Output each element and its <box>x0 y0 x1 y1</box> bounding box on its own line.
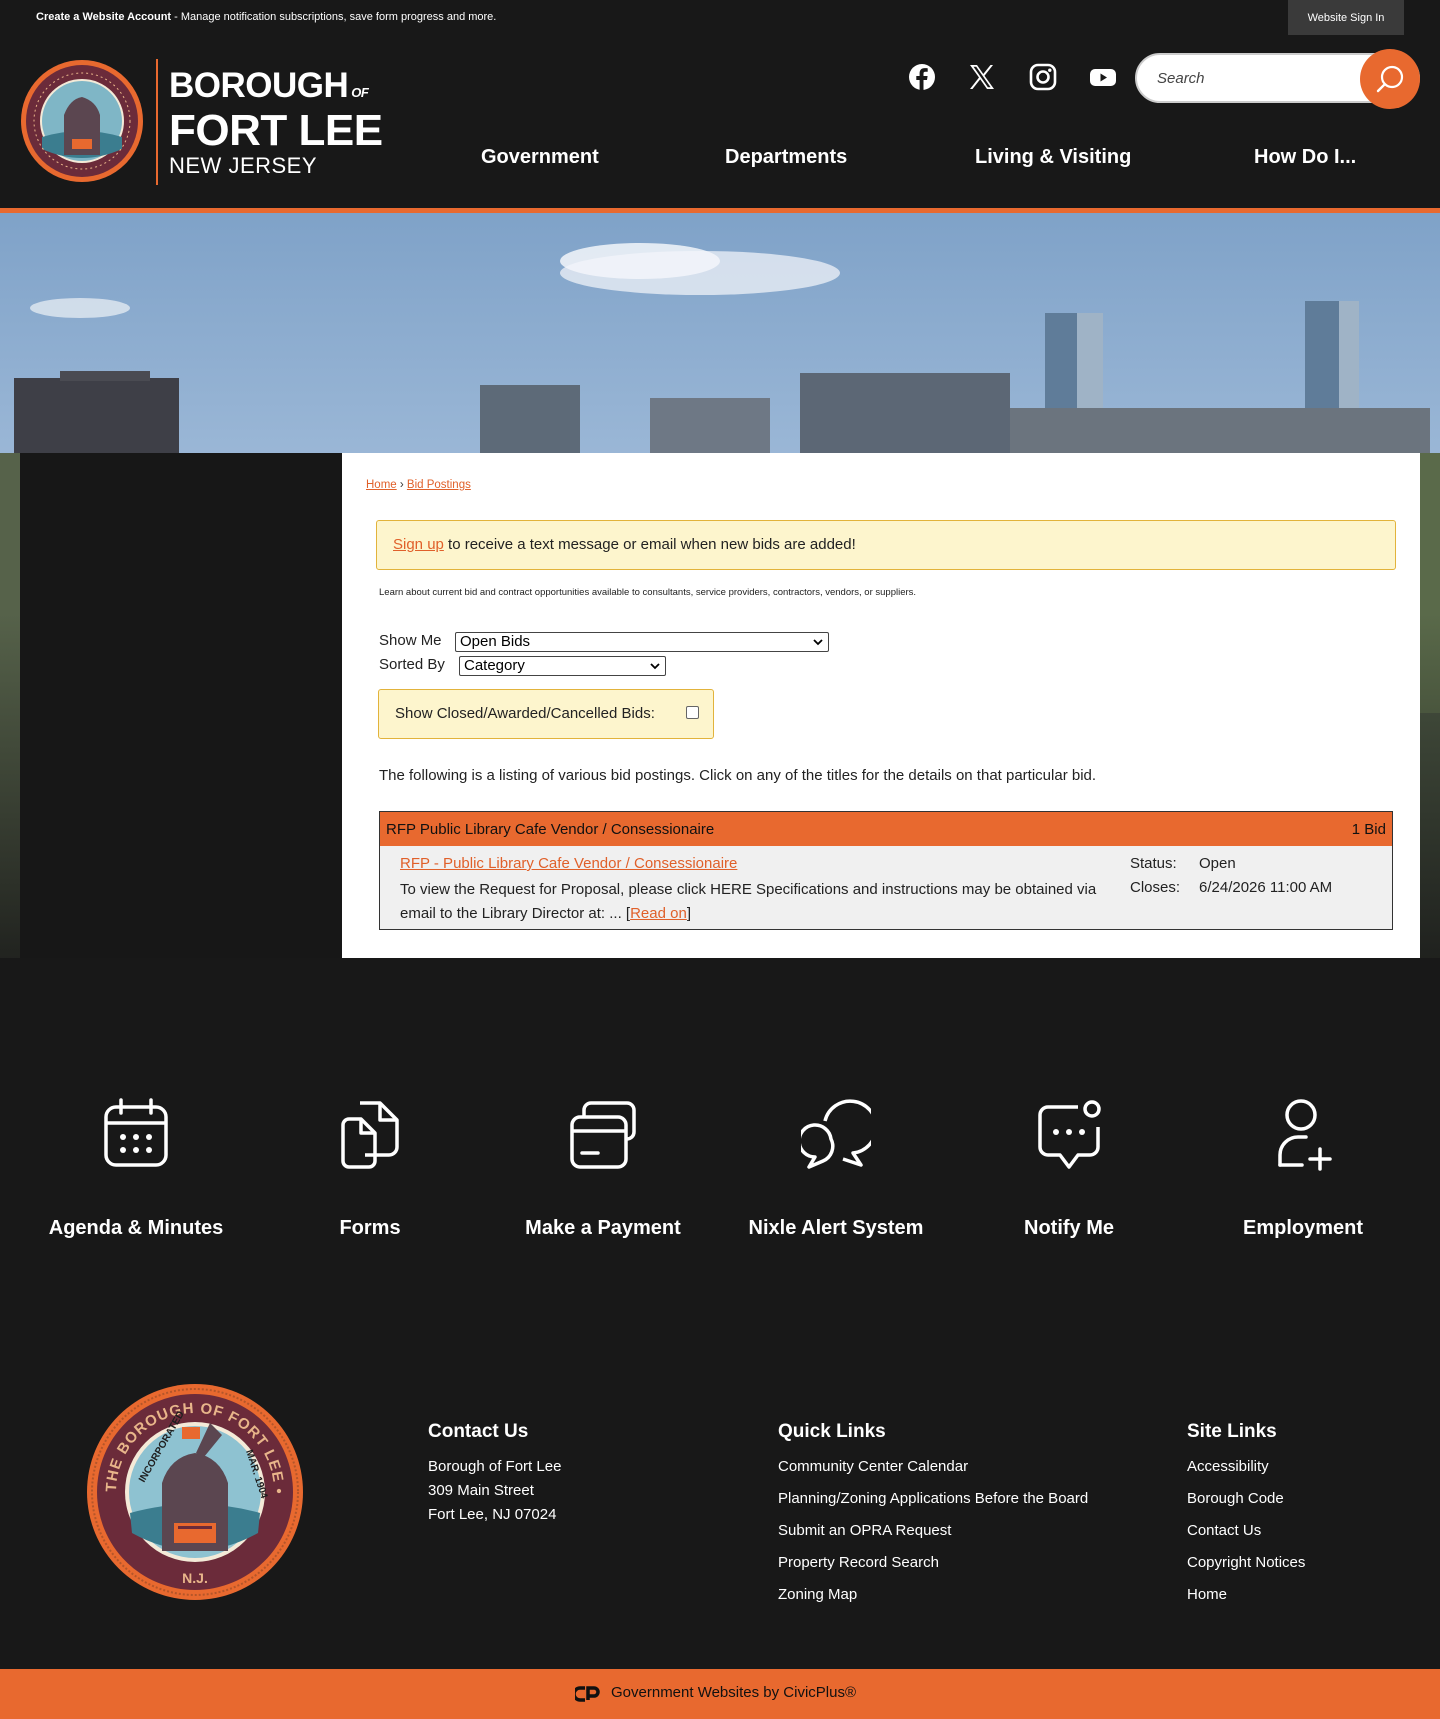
breadcrumb: Home › Bid Postings <box>366 479 471 491</box>
bid-description: To view the Request for Proposal, please… <box>400 878 1120 926</box>
footer-contact-line: Fort Lee, NJ 07024 <box>428 1506 557 1523</box>
chevron-down-icon <box>813 639 823 646</box>
chat-bubbles-icon <box>801 1099 871 1169</box>
footer-contact-line: 309 Main Street <box>428 1482 534 1499</box>
bid-closes-label: Closes: <box>1130 879 1181 896</box>
listing-intro-text: The following is a listing of various bi… <box>379 767 1097 784</box>
page-description: Learn about current bid and contract opp… <box>379 587 917 598</box>
footer-link-borough-code[interactable]: Borough Code <box>1187 1490 1284 1507</box>
main-content: Home › Bid Postings Sign up to receive a… <box>342 453 1420 958</box>
show-me-label: Show Me <box>379 632 442 649</box>
quick-link-label: Notify Me <box>1024 1217 1114 1239</box>
seal-state-text: N.J. <box>182 1570 208 1586</box>
civicplus-credit-link[interactable]: Government Websites by CivicPlus® <box>611 1684 856 1701</box>
footer-link-accessibility[interactable]: Accessibility <box>1187 1458 1269 1475</box>
footer-contact-heading: Contact Us <box>428 1421 529 1442</box>
calendar-icon <box>104 1098 168 1167</box>
quick-link-forms[interactable]: Forms <box>260 1095 480 1265</box>
footer-link-property-record-search[interactable]: Property Record Search <box>778 1554 939 1571</box>
nav-living-visiting[interactable]: Living & Visiting <box>975 146 1131 169</box>
show-closed-bids-box: Show Closed/Awarded/Cancelled Bids: <box>378 689 714 739</box>
signup-notice-text: to receive a text message or email when … <box>443 536 856 553</box>
bid-title-link[interactable]: RFP - Public Library Cafe Vendor / Conse… <box>400 855 737 872</box>
quick-link-label: Nixle Alert System <box>748 1217 924 1239</box>
sorted-by-selected-value: Category <box>464 657 525 674</box>
bid-status-label: Status: <box>1130 855 1177 872</box>
bid-category-title: RFP Public Library Cafe Vendor / Consess… <box>386 821 715 838</box>
quick-link-label: Make a Payment <box>525 1217 681 1239</box>
footer-link-contact-us[interactable]: Contact Us <box>1187 1522 1261 1539</box>
create-account-message[interactable]: Create a Website Account - Manage notifi… <box>36 11 496 23</box>
footer-link-community-center-calendar[interactable]: Community Center Calendar <box>778 1458 968 1475</box>
quick-link-label: Agenda & Minutes <box>48 1217 224 1239</box>
breadcrumb-bid-postings-link[interactable]: Bid Postings <box>407 479 471 491</box>
bid-category-count: 1 Bid <box>1351 821 1386 838</box>
quick-link-agenda-minutes[interactable]: Agenda & Minutes <box>26 1095 246 1265</box>
logo-new-jersey: NEW JERSEY <box>169 153 318 178</box>
breadcrumb-home-link[interactable]: Home <box>366 479 397 491</box>
search-icon <box>1376 65 1404 93</box>
civicplus-logo-icon[interactable] <box>575 1684 601 1704</box>
footer-contact-line: Borough of Fort Lee <box>428 1458 562 1475</box>
show-me-selected-value: Open Bids <box>460 633 531 650</box>
quick-link-label: Employment <box>1242 1217 1364 1239</box>
notification-message-icon <box>1038 1100 1101 1169</box>
footer-link-planning-zoning[interactable]: Planning/Zoning Applications Before the … <box>778 1490 1088 1507</box>
nav-how-do-i[interactable]: How Do I... <box>1254 146 1356 169</box>
nav-government[interactable]: Government <box>481 146 599 169</box>
bid-description-text: To view the Request for Proposal, please… <box>400 881 1097 922</box>
breadcrumb-separator: › <box>396 479 407 491</box>
instagram-icon[interactable] <box>1028 62 1058 92</box>
payment-card-icon <box>570 1101 636 1169</box>
sorted-by-select[interactable]: Category <box>459 656 666 676</box>
youtube-icon[interactable] <box>1088 62 1118 92</box>
sorted-by-label: Sorted By <box>379 656 445 673</box>
footer-link-opra-request[interactable]: Submit an OPRA Request <box>778 1522 951 1539</box>
x-twitter-icon[interactable] <box>967 62 997 92</box>
signup-notice: Sign up to receive a text message or ema… <box>376 520 1396 570</box>
bid-closes-value: 6/24/2026 11:00 AM <box>1199 879 1333 896</box>
show-me-select[interactable]: Open Bids <box>455 632 829 652</box>
create-account-description: - Manage notification subscriptions, sav… <box>171 11 497 23</box>
quick-link-notify-me[interactable]: Notify Me <box>959 1095 1179 1265</box>
borough-seal-logo[interactable] <box>20 59 144 183</box>
left-sidebar-panel <box>20 453 342 958</box>
powered-by-bar: Government Websites by CivicPlus® <box>0 1669 1440 1719</box>
website-sign-in-button[interactable]: Website Sign In <box>1288 0 1404 35</box>
add-user-icon <box>1278 1099 1332 1171</box>
bid-category-header: RFP Public Library Cafe Vendor / Consess… <box>379 811 1393 847</box>
nav-departments[interactable]: Departments <box>725 146 847 169</box>
facebook-icon[interactable] <box>907 62 937 92</box>
borough-seal-footer[interactable]: THE BOROUGH OF FORT LEE • BERGEN COUNTY … <box>86 1383 304 1601</box>
create-account-link[interactable]: Create a Website Account <box>36 11 171 23</box>
bid-description-end: ] <box>686 905 691 922</box>
quick-link-employment[interactable]: Employment <box>1193 1095 1413 1265</box>
footer-link-zoning-map[interactable]: Zoning Map <box>778 1586 857 1603</box>
logo-divider <box>156 59 158 185</box>
bid-status-value: Open <box>1199 855 1236 872</box>
show-closed-bids-label: Show Closed/Awarded/Cancelled Bids: <box>395 705 655 722</box>
quick-link-nixle-alert[interactable]: Nixle Alert System <box>726 1095 946 1265</box>
footer-link-copyright-notices[interactable]: Copyright Notices <box>1187 1554 1305 1571</box>
footer-quick-links-heading: Quick Links <box>778 1421 886 1442</box>
quick-link-make-payment[interactable]: Make a Payment <box>493 1095 713 1265</box>
footer-site-links-heading: Site Links <box>1187 1421 1277 1442</box>
top-bar: Create a Website Account - Manage notifi… <box>0 0 1440 36</box>
search-input[interactable] <box>1157 67 1347 89</box>
quick-link-label: Forms <box>339 1217 401 1239</box>
read-on-link[interactable]: Read on <box>630 905 687 922</box>
show-closed-bids-checkbox[interactable] <box>686 706 699 719</box>
sign-up-link[interactable]: Sign up <box>393 536 444 553</box>
footer-link-home[interactable]: Home <box>1187 1586 1227 1603</box>
logo-of: OF <box>351 85 369 100</box>
search-button[interactable] <box>1360 49 1420 109</box>
logo-fort-lee: FORT LEE <box>169 106 383 155</box>
site-logo-text[interactable]: BOROUGH OF FORT LEE NEW JERSEY <box>169 68 383 179</box>
chevron-down-icon <box>650 663 660 670</box>
forms-icon <box>341 1101 399 1169</box>
logo-borough: BOROUGH <box>169 66 349 105</box>
bid-row: RFP - Public Library Cafe Vendor / Conse… <box>379 846 1393 930</box>
